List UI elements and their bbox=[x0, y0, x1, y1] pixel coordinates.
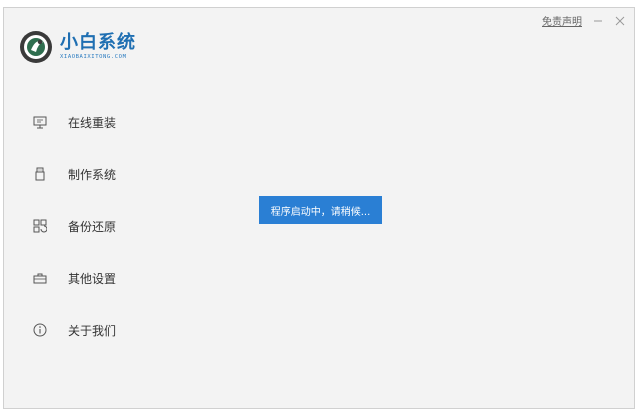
toolbox-icon bbox=[32, 270, 48, 286]
xiaobai-logo-icon bbox=[19, 30, 53, 64]
sidebar-item-make-system[interactable]: 制作系统 bbox=[32, 148, 172, 200]
app-title: 小白系统 bbox=[60, 32, 136, 53]
title-controls: 免责声明 bbox=[542, 13, 626, 28]
sidebar-item-backup-restore[interactable]: 备份还原 bbox=[32, 200, 172, 252]
usb-drive-icon bbox=[32, 166, 48, 182]
sidebar-item-about-us[interactable]: 关于我们 bbox=[32, 304, 172, 356]
backup-grid-icon bbox=[32, 218, 48, 234]
loading-toast: 程序启动中，请稍候... bbox=[259, 196, 382, 224]
sidebar-item-label: 制作系统 bbox=[68, 167, 117, 182]
monitor-icon bbox=[32, 114, 48, 130]
app-subtitle: XIAOBAIXITONG.COM bbox=[60, 54, 127, 60]
sidebar-item-label: 备份还原 bbox=[68, 219, 117, 234]
loading-text: 程序启动中，请稍候... bbox=[270, 206, 371, 218]
sidebar-item-label: 关于我们 bbox=[68, 323, 117, 338]
close-icon[interactable] bbox=[614, 15, 626, 27]
disclaimer-link[interactable]: 免责声明 bbox=[542, 13, 582, 28]
sidebar-item-online-reinstall[interactable]: 在线重装 bbox=[32, 96, 172, 148]
sidebar: 在线重装 制作系统 备份还原 其他设置 关于我们 bbox=[32, 96, 172, 356]
app-window: 免责声明 小白系统 XIAOBAIXITONG.COM 在线重装 制作系统 备份… bbox=[3, 7, 635, 409]
sidebar-item-other-settings[interactable]: 其他设置 bbox=[32, 252, 172, 304]
sidebar-item-label: 在线重装 bbox=[68, 115, 117, 130]
logo: 小白系统 XIAOBAIXITONG.COM bbox=[19, 30, 136, 64]
info-icon bbox=[32, 322, 48, 338]
sidebar-item-label: 其他设置 bbox=[68, 271, 117, 286]
minimize-icon[interactable] bbox=[592, 15, 604, 27]
